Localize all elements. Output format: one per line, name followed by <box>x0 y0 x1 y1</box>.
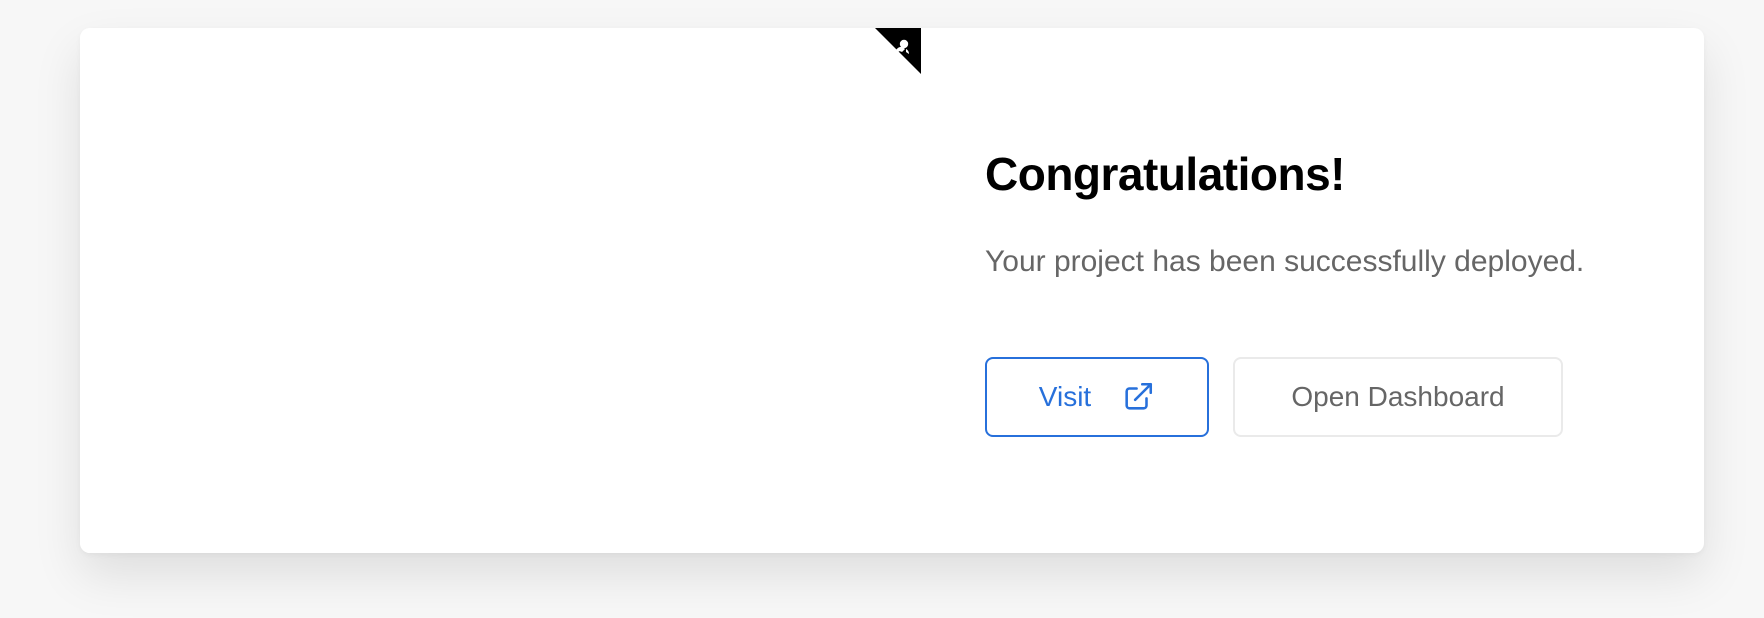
visit-button-label: Visit <box>1038 381 1092 412</box>
page-subtitle: Your project has been successfully deplo… <box>985 245 1585 278</box>
external-link-icon <box>1121 380 1155 414</box>
visit-button[interactable]: Visit <box>985 357 1209 437</box>
open-dashboard-button-label: Open Dashboard <box>1291 381 1505 412</box>
page-stage: Congratulations! Your project has been s… <box>0 0 1764 618</box>
preview-area <box>80 28 880 553</box>
deploy-success-card: Congratulations! Your project has been s… <box>80 28 1704 553</box>
github-corner-link[interactable] <box>875 28 921 74</box>
github-corner-icon <box>875 28 921 74</box>
open-dashboard-button[interactable]: Open Dashboard <box>1233 357 1563 437</box>
action-buttons: Visit Open Dashboard <box>985 357 1685 437</box>
content-panel: Congratulations! Your project has been s… <box>985 146 1685 437</box>
page-title: Congratulations! <box>985 148 1345 200</box>
